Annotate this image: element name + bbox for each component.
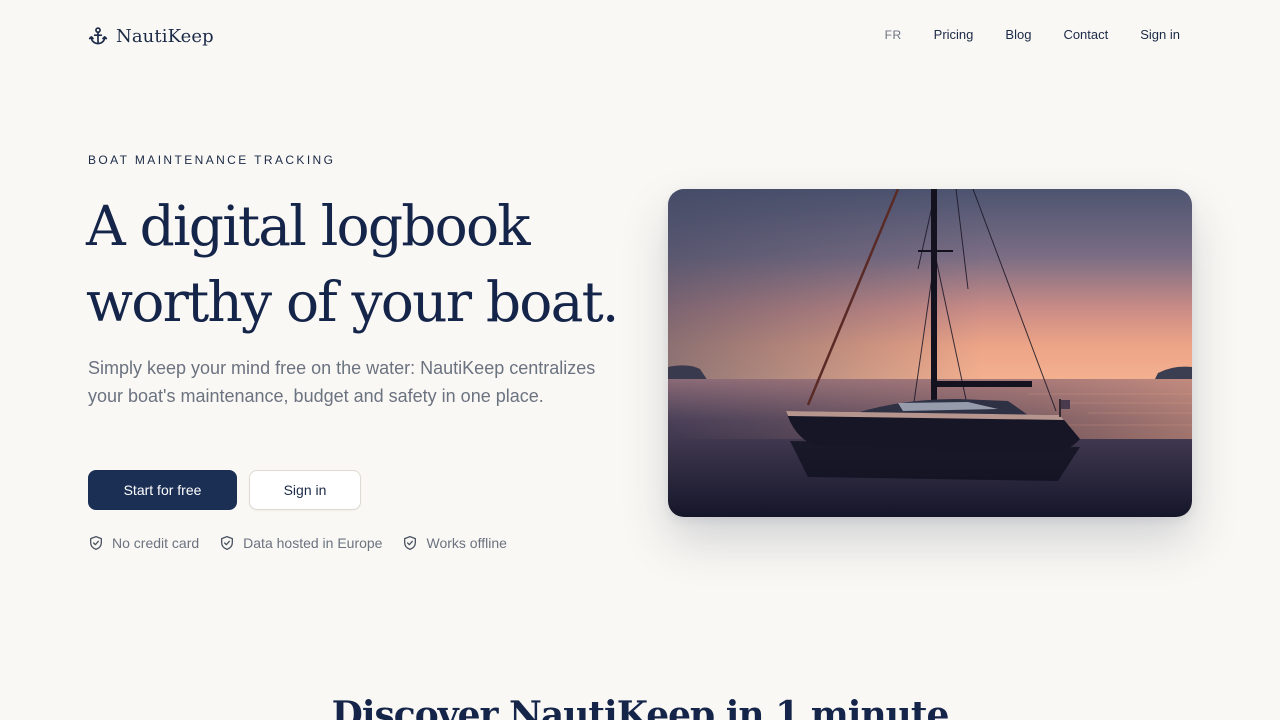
hero-title-line-1: A digital logbook xyxy=(86,194,531,258)
nav-links: FR Pricing Blog Contact Sign in xyxy=(885,27,1180,42)
top-nav: NautiKeep FR Pricing Blog Contact Sign i… xyxy=(0,0,1280,72)
shield-check-icon xyxy=(90,536,102,550)
hero-eyebrow: BOAT MAINTENANCE TRACKING xyxy=(88,153,336,167)
brand-name: NautiKeep xyxy=(116,25,214,47)
badge-label: Works offline xyxy=(426,535,507,551)
start-free-button[interactable]: Start for free xyxy=(88,470,237,510)
language-switch-link[interactable]: FR xyxy=(885,28,902,42)
hero-title: A digital logbook worthy of your boat. xyxy=(86,188,646,340)
badge-data-europe: Data hosted in Europe xyxy=(219,535,382,551)
hero-subtitle: Simply keep your mind free on the water:… xyxy=(88,358,596,406)
badge-label: No credit card xyxy=(112,535,200,551)
badge-works-offline: Works offline xyxy=(402,535,507,551)
sailboat-sunset-illustration xyxy=(668,189,1192,517)
landing-page: NautiKeep FR Pricing Blog Contact Sign i… xyxy=(0,0,1280,720)
video-section-title: Discover NautiKeep in 1 minute xyxy=(331,694,950,720)
brand-logo-link[interactable]: NautiKeep xyxy=(88,24,214,48)
shield-check-icon xyxy=(404,536,417,550)
nav-contact-link[interactable]: Contact xyxy=(1063,27,1108,42)
trust-badges: No credit card Data hosted in Europe Wor… xyxy=(88,535,507,551)
badge-no-credit-card: No credit card xyxy=(88,535,199,551)
nav-blog-link[interactable]: Blog xyxy=(1005,27,1031,42)
shield-check-icon xyxy=(221,536,234,550)
nav-signin-link[interactable]: Sign in xyxy=(1140,27,1180,42)
hero-title-line-2: worthy of your boat. xyxy=(86,270,619,334)
nav-pricing-link[interactable]: Pricing xyxy=(934,27,974,42)
anchor-icon xyxy=(88,27,108,45)
hero-signin-button[interactable]: Sign in xyxy=(249,470,361,510)
badge-label: Data hosted in Europe xyxy=(243,535,383,551)
hero-sailboat-image xyxy=(668,189,1192,517)
